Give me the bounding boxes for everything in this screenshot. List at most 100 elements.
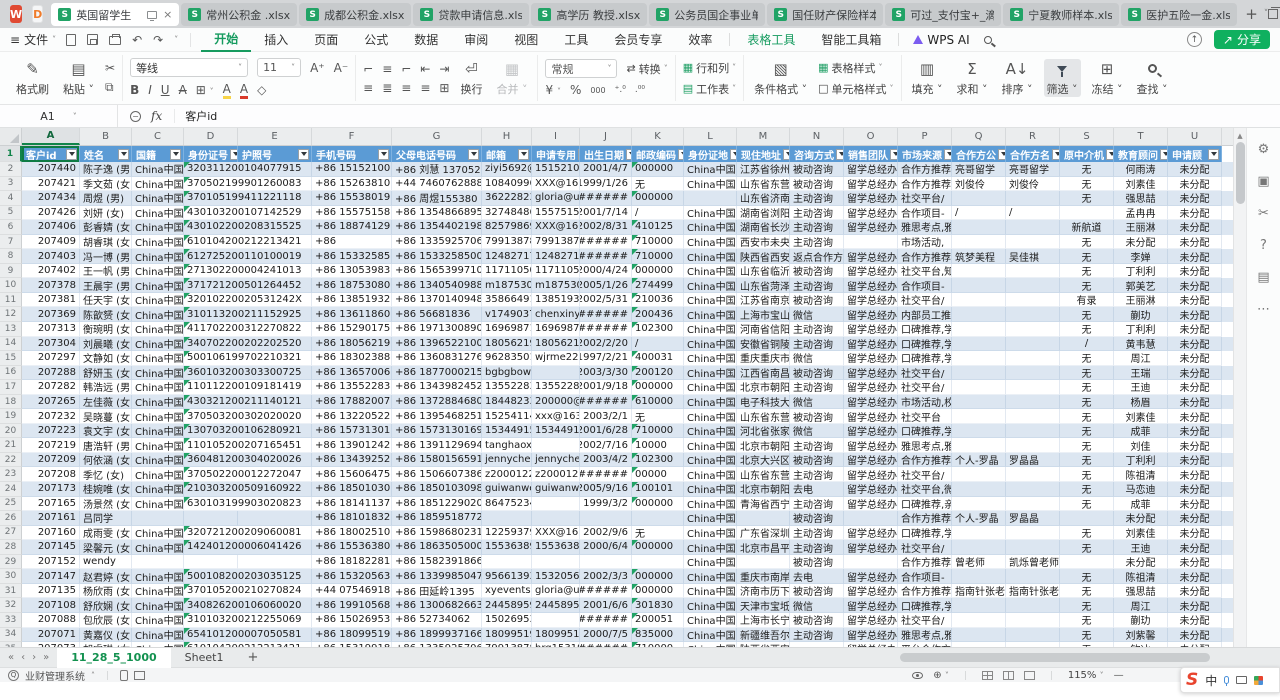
cell[interactable]: 无 [1060,598,1114,613]
cell[interactable]: 未分配 [1168,220,1222,235]
cell[interactable]: 962835011 [482,351,532,366]
cell[interactable]: 无 [1060,453,1114,468]
column-letter-I[interactable]: I [532,128,580,145]
cell[interactable]: 200051 [632,613,684,628]
column-letter-J[interactable]: J [580,128,632,145]
cell[interactable]: 刘妍 (女) [80,206,132,221]
column-letter-M[interactable]: M [737,128,790,145]
filter-dropdown-icon[interactable] [1208,149,1219,160]
cell[interactable]: China中国 [132,467,184,482]
cell[interactable]: 371721200501264452 [184,278,312,293]
cell[interactable]: 2005/1/26 [580,278,632,293]
cell[interactable]: 上海市长宁 [737,613,790,628]
cell[interactable] [952,322,1006,337]
header-cell[interactable]: 邮箱 [482,146,532,162]
cell[interactable]: 合作方推荐 [898,453,952,468]
cell[interactable]: 835000 [632,628,684,643]
row-number[interactable]: 29 [0,555,22,570]
cell[interactable]: 口碑推荐,学 [898,351,952,366]
cell[interactable]: China中国 [132,453,184,468]
cell[interactable]: China中国 [132,307,184,322]
cell[interactable]: China中国 [684,177,737,192]
cell[interactable]: 无 [1060,177,1114,192]
filter-button[interactable]: 筛选 ˅ [1044,59,1081,97]
cell[interactable]: +86 [312,235,392,250]
cell[interactable]: 被动咨询 [790,366,844,381]
cell[interactable] [952,220,1006,235]
cell[interactable] [1006,467,1060,482]
cell[interactable]: 冯一博 (男 [80,249,132,264]
cell[interactable]: 留学总经办 [844,438,898,453]
cell[interactable]: China中国 [132,162,184,177]
header-cell[interactable]: 原中介机 [1060,146,1114,162]
row-number[interactable]: 3 [0,177,22,192]
cell[interactable]: XXX@163.( [532,177,580,192]
tab-smart-toolbox[interactable]: 智能工具箱 [808,28,894,52]
row-number[interactable]: 26 [0,511,22,526]
cell[interactable]: 留学总经办 [844,628,898,643]
row-number[interactable]: 20 [0,424,22,439]
cell[interactable] [632,511,684,526]
cell[interactable]: 207378 [22,278,80,293]
cell[interactable]: 江西省南昌 [737,366,790,381]
increase-decimal-button[interactable]: ⁺.⁰ [615,85,626,95]
cell[interactable]: 320721200209060081 [184,526,312,541]
cell[interactable]: 被动咨询 [790,264,844,279]
tab-会员专享[interactable]: 会员专享 [601,28,675,52]
column-letter-P[interactable]: P [898,128,952,145]
cell[interactable]: 王丽淋 [1114,293,1168,308]
cell[interactable] [1006,220,1060,235]
soft-keyboard-icon[interactable] [1236,676,1247,684]
cell[interactable]: / [632,206,684,221]
cell[interactable]: 340826200106060020 [184,598,312,613]
row-number[interactable]: 24 [0,482,22,497]
doc-tab[interactable]: S国任财产保险样本.x [767,3,883,26]
tab-视图[interactable]: 视图 [501,28,551,52]
scissors-icon[interactable]: ✂ [1258,206,1269,221]
cell[interactable] [1060,206,1114,221]
header-cell[interactable]: 申请顾 [1168,146,1222,162]
doc-tab[interactable]: S医护五险一金.xlsx [1121,3,1237,26]
cell[interactable]: 留学总经办 [844,366,898,381]
cell[interactable]: 1997/2/21 [580,351,632,366]
cell[interactable]: +86 1971300890 [392,322,482,337]
cell[interactable]: 000000 [632,540,684,555]
row-number[interactable]: 22 [0,453,22,468]
cell[interactable]: 山东省临沂 [737,264,790,279]
doc-tab[interactable]: S宁夏教师样本.xlsx [1003,3,1119,26]
cell[interactable]: 合作项目- [898,278,952,293]
cell[interactable]: 天津市宝坻 [737,598,790,613]
cell[interactable]: 155751588 [532,206,580,221]
cell[interactable]: 2003/3/30 [580,366,632,381]
column-letter-F[interactable]: F [312,128,392,145]
next-sheet-icon[interactable]: › [32,652,36,663]
switch-window-icon[interactable] [1268,9,1278,19]
cell[interactable]: guiwanwei [532,482,580,497]
cell[interactable]: +86 13851932 [312,293,392,308]
cell[interactable] [238,511,312,526]
doc-tab[interactable]: S高学历 教授.xlsx [531,3,647,26]
tab-审阅[interactable]: 审阅 [451,28,501,52]
cell[interactable]: 主动咨询 [790,278,844,293]
cell[interactable]: 2001/7/14 [580,206,632,221]
cell[interactable]: 未分配 [1168,438,1222,453]
cell[interactable]: 155363896 [482,540,532,555]
currency-button[interactable]: ¥ ˅ [545,83,560,97]
copy-icon[interactable]: ⧉ [105,80,115,95]
cell[interactable]: 山东省菏泽 [737,278,790,293]
cell[interactable]: 340702200202202520 [184,337,312,352]
cell[interactable]: 2002/7/16 [580,438,632,453]
cell[interactable]: 1999/1/26 [580,177,632,192]
cell[interactable]: 留学总经办 [844,409,898,424]
cell[interactable]: 留学总经办 [844,613,898,628]
percent-button[interactable]: % [570,83,581,97]
cell[interactable]: 雅思考点,雅 [898,438,952,453]
cell[interactable]: +86 1598680231 [392,526,482,541]
cell[interactable]: 142401200006041426 [184,540,312,555]
cell[interactable]: 舒欣娴 (女 [80,598,132,613]
page-break-icon[interactable] [1024,671,1035,680]
cell[interactable]: 122593794 [482,526,532,541]
cell[interactable]: 无 [1060,264,1114,279]
row-number[interactable]: 8 [0,249,22,264]
cell[interactable]: +86 15026953 [312,613,392,628]
